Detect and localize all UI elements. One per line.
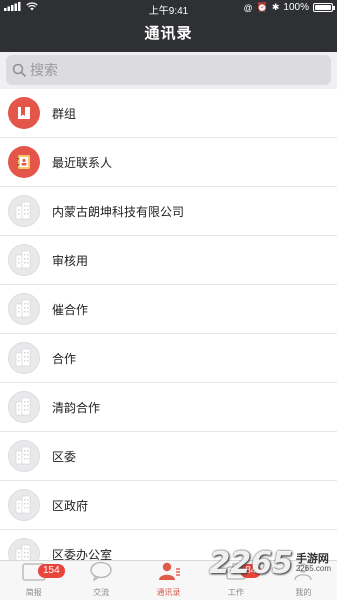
contact-row[interactable]: 清韵合作 (0, 383, 337, 432)
building-icon (8, 440, 40, 472)
contact-label: 催合作 (52, 302, 89, 317)
unread-badge: 84 (240, 564, 262, 578)
contact-label: 区委 (52, 449, 77, 464)
battery-level (315, 5, 331, 10)
contact-row[interactable]: 群组 (0, 89, 337, 138)
search-box[interactable] (6, 55, 331, 85)
contact-row[interactable]: 催合作 (0, 285, 337, 334)
tab-label: 交流 (93, 588, 110, 597)
contact-label: 合作 (52, 351, 77, 366)
building-icon (8, 489, 40, 521)
status-bar: 上午9:41 @ ⏰ ✱ 100% (0, 0, 337, 17)
contact-label: 群组 (52, 106, 77, 121)
contact-label: 审核用 (52, 253, 89, 268)
tab-chat-bubble[interactable]: 交流 (67, 561, 134, 600)
search-bar (0, 52, 337, 89)
tab-briefing[interactable]: 简报 154 (0, 561, 67, 600)
building-icon (8, 195, 40, 227)
building-icon (8, 293, 40, 325)
tab-contacts[interactable]: 通讯录 (135, 561, 202, 600)
battery-icon (313, 3, 335, 12)
contact-list: 群组最近联系人内蒙古朗坤科技有限公司 审核用催合作合作清韵合作区委区政府区委办公室 (0, 89, 337, 560)
orientation-lock-icon: @ (243, 2, 253, 13)
contact-row[interactable]: 最近联系人 (0, 138, 337, 187)
contact-row[interactable]: 审核用 (0, 236, 337, 285)
chat-bubble-icon (89, 561, 113, 586)
contact-row[interactable]: 合作 (0, 334, 337, 383)
search-icon (12, 63, 26, 77)
battery-percent: 100% (283, 2, 309, 13)
bluetooth-icon: ✱ (271, 2, 280, 12)
contact-row[interactable]: 内蒙古朗坤科技有限公司 (0, 187, 337, 236)
tab-label: 简报 (25, 588, 42, 597)
tab-label: 我的 (295, 588, 312, 597)
page-title: 通讯录 (144, 25, 193, 42)
profile-icon (291, 561, 315, 586)
tab-label: 通讯录 (156, 588, 181, 597)
tab-label: 工作 (227, 588, 244, 597)
tab-work[interactable]: 工作 84 (202, 561, 269, 600)
contact-label: 清韵合作 (52, 400, 101, 415)
building-icon (8, 342, 40, 374)
contact-row[interactable]: 区委 (0, 432, 337, 481)
unread-badge: 154 (38, 564, 65, 578)
bookmark-icon (8, 97, 40, 129)
app-header: 上午9:41 @ ⏰ ✱ 100% 通讯录 (0, 0, 337, 52)
contact-row[interactable]: 区委办公室 (0, 530, 337, 560)
building-icon (8, 538, 40, 560)
contact-label: 内蒙古朗坤科技有限公司 (52, 204, 185, 219)
search-input[interactable] (30, 62, 290, 78)
status-right: @ ⏰ ✱ 100% (243, 2, 335, 13)
address-book-icon (8, 146, 40, 178)
contact-label: 区委办公室 (52, 547, 113, 561)
tab-bar: 简报 154 交流 通讯录 工作 84 我的 (0, 560, 337, 600)
contacts-icon (157, 561, 181, 586)
contact-row[interactable]: 区政府 (0, 481, 337, 530)
tab-profile[interactable]: 我的 (270, 561, 337, 600)
building-icon (8, 391, 40, 423)
alarm-icon: ⏰ (256, 2, 268, 12)
building-icon (8, 244, 40, 276)
contact-label: 区政府 (52, 498, 89, 513)
contact-label: 最近联系人 (52, 155, 113, 170)
